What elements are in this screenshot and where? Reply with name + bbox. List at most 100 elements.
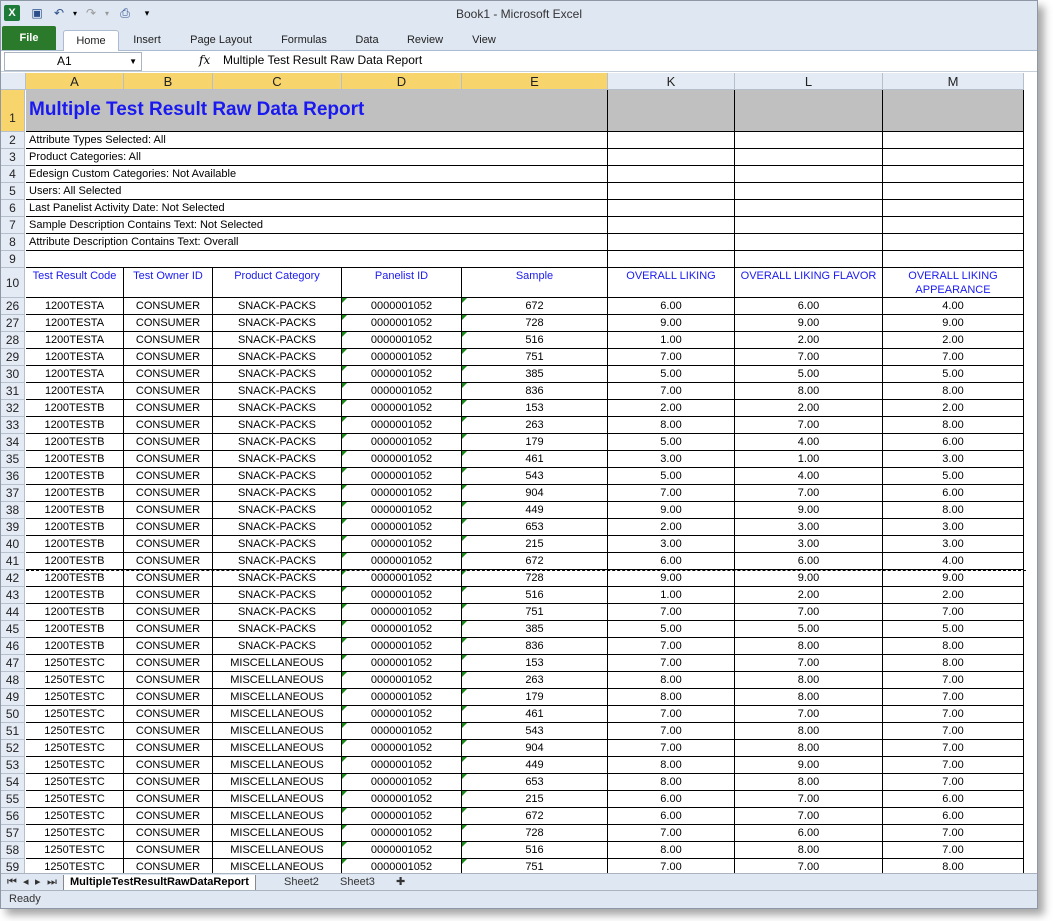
table-cell[interactable]: 1250TESTC [26,842,124,859]
table-cell[interactable]: SNACK-PACKS [213,366,342,383]
table-cell[interactable]: 8.00 [735,383,883,400]
table-cell[interactable]: 8.00 [608,757,735,774]
table-cell[interactable]: SNACK-PACKS [213,383,342,400]
table-cell[interactable]: 7.00 [608,706,735,723]
table-cell[interactable]: 6.00 [608,298,735,315]
table-cell[interactable]: 449 [462,757,608,774]
cell[interactable] [883,234,1024,251]
table-cell[interactable]: CONSUMER [124,434,213,451]
row-header[interactable]: 30 [1,366,25,383]
table-cell[interactable]: MISCELLANEOUS [213,757,342,774]
table-cell[interactable]: 1200TESTA [26,383,124,400]
chevron-down-icon[interactable]: ▼ [129,53,137,70]
cell[interactable] [883,217,1024,234]
column-header[interactable]: D [342,73,462,90]
table-cell[interactable]: 5.00 [608,621,735,638]
table-cell[interactable]: 0000001052 [342,434,462,451]
table-cell[interactable]: CONSUMER [124,808,213,825]
table-cell[interactable]: 179 [462,434,608,451]
cell[interactable] [883,166,1024,183]
tab-data[interactable]: Data [347,30,387,50]
table-cell[interactable]: CONSUMER [124,587,213,604]
table-cell[interactable]: 6.00 [883,808,1024,825]
table-cell[interactable]: 263 [462,417,608,434]
row-header[interactable]: 2 [1,132,25,149]
sheet-tab-3[interactable]: Sheet3 [340,875,375,890]
table-cell[interactable]: CONSUMER [124,383,213,400]
row-header[interactable]: 35 [1,451,25,468]
table-cell[interactable]: 0000001052 [342,774,462,791]
prev-sheet-nav-icon[interactable]: ◂ [23,875,29,890]
row-header[interactable]: 32 [1,400,25,417]
table-cell[interactable]: 0000001052 [342,689,462,706]
row-header[interactable]: 39 [1,519,25,536]
table-cell[interactable]: 8.00 [608,417,735,434]
cell[interactable] [735,200,883,217]
row-header[interactable]: 37 [1,485,25,502]
table-cell[interactable]: MISCELLANEOUS [213,706,342,723]
table-cell[interactable]: 3.00 [608,536,735,553]
table-cell[interactable]: SNACK-PACKS [213,519,342,536]
table-cell[interactable]: 449 [462,502,608,519]
table-cell[interactable]: SNACK-PACKS [213,604,342,621]
cell[interactable] [735,132,883,149]
table-cell[interactable]: 7.00 [608,349,735,366]
table-cell[interactable]: 7.00 [608,604,735,621]
table-cell[interactable]: 461 [462,706,608,723]
row-header[interactable]: 6 [1,200,25,217]
row-header[interactable]: 55 [1,791,25,808]
table-cell[interactable]: 7.00 [608,383,735,400]
table-cell[interactable]: 2.00 [735,587,883,604]
table-cell[interactable]: 1250TESTC [26,723,124,740]
table-cell[interactable]: 8.00 [883,638,1024,655]
table-cell[interactable]: 1200TESTB [26,400,124,417]
table-cell[interactable]: MISCELLANEOUS [213,791,342,808]
table-cell[interactable]: 7.00 [608,740,735,757]
row-header[interactable]: 50 [1,706,25,723]
table-cell[interactable]: 5.00 [883,366,1024,383]
table-cell[interactable]: 1200TESTB [26,638,124,655]
table-cell[interactable]: 1250TESTC [26,706,124,723]
table-cell[interactable]: SNACK-PACKS [213,553,342,570]
tab-view[interactable]: View [463,30,505,50]
table-cell[interactable]: 904 [462,485,608,502]
table-cell[interactable]: 0000001052 [342,672,462,689]
row-header[interactable]: 10 [1,268,25,298]
cell[interactable] [608,234,735,251]
table-cell[interactable]: 728 [462,825,608,842]
table-cell[interactable]: CONSUMER [124,332,213,349]
table-cell[interactable]: SNACK-PACKS [213,621,342,638]
table-cell[interactable]: 8.00 [883,502,1024,519]
table-cell[interactable]: 4.00 [735,468,883,485]
table-cell[interactable]: CONSUMER [124,604,213,621]
table-cell[interactable]: CONSUMER [124,723,213,740]
table-cell[interactable]: 1200TESTA [26,366,124,383]
row-header[interactable]: 29 [1,349,25,366]
table-cell[interactable]: SNACK-PACKS [213,468,342,485]
table-cell[interactable]: 179 [462,689,608,706]
table-cell[interactable]: 751 [462,604,608,621]
table-cell[interactable]: 9.00 [735,570,883,587]
cell[interactable] [883,90,1024,132]
table-cell[interactable]: 3.00 [883,519,1024,536]
table-cell[interactable]: CONSUMER [124,315,213,332]
cell[interactable] [26,251,608,268]
column-header[interactable]: E [462,73,608,90]
table-cell[interactable]: 1250TESTC [26,672,124,689]
table-cell[interactable]: 6.00 [883,791,1024,808]
table-cell[interactable]: CONSUMER [124,485,213,502]
column-header[interactable]: L [735,73,883,90]
column-header[interactable]: C [213,73,342,90]
cell[interactable] [735,217,883,234]
table-cell[interactable]: 1200TESTB [26,417,124,434]
table-cell[interactable]: 7.00 [735,706,883,723]
table-cell[interactable]: 2.00 [608,400,735,417]
table-cell[interactable]: CONSUMER [124,842,213,859]
table-cell[interactable]: CONSUMER [124,366,213,383]
table-cell[interactable]: CONSUMER [124,621,213,638]
row-header[interactable]: 31 [1,383,25,400]
table-cell[interactable]: 1200TESTB [26,621,124,638]
table-cell[interactable]: 0000001052 [342,655,462,672]
table-cell[interactable]: 7.00 [735,349,883,366]
table-cell[interactable]: 153 [462,655,608,672]
